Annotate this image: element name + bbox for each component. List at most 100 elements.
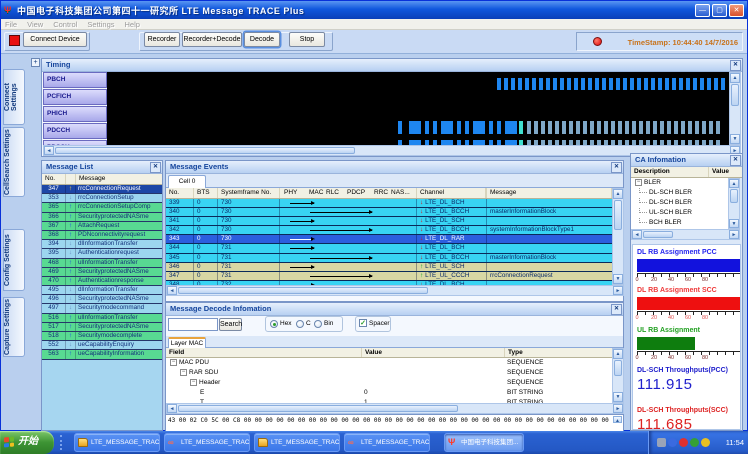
message-list-row[interactable]: 497↓Securitymodecommand — [42, 304, 162, 313]
minimize-button[interactable]: — — [695, 4, 710, 17]
message-list-row[interactable]: 496↓SecurityprotectedNASme — [42, 295, 162, 304]
menu-file[interactable]: File — [5, 20, 17, 29]
message-list-row[interactable]: 367↑AttachRequest — [42, 222, 162, 231]
scroll-down-icon[interactable]: ▼ — [613, 392, 623, 402]
decode-field-row[interactable]: E0BIT STRING — [166, 388, 612, 398]
events-col-message[interactable]: Message — [486, 188, 612, 198]
col-value[interactable]: Value — [709, 167, 742, 177]
connect-device-button[interactable]: Connect Device — [23, 32, 87, 47]
scroll-down-icon[interactable]: ▼ — [613, 274, 623, 284]
message-list-row[interactable]: 469↑SecurityprotectedNASme — [42, 268, 162, 277]
ca-tree-item[interactable]: DL-SCH BLER — [631, 198, 728, 208]
events-row[interactable]: 3420730↓LTE_DL_BCCHsystemInformationBloc… — [166, 226, 612, 235]
events-col-channel[interactable]: Channel — [416, 188, 486, 198]
c-radio[interactable] — [296, 320, 304, 328]
decode-field-row[interactable]: −MAC PDUSEQUENCE — [166, 358, 612, 368]
channel-button-pdcch[interactable]: PDCCH — [43, 123, 107, 139]
message-list-row[interactable]: 563↑ueCapabilityInformation — [42, 350, 162, 359]
events-row[interactable]: 3430730↓LTE_DL_RAR — [166, 235, 612, 244]
timing-close-icon[interactable]: ✕ — [730, 60, 741, 71]
scroll-up-icon[interactable]: ▲ — [613, 416, 622, 423]
sidebar-tab-cellsearch-settings[interactable]: CellSearch Settings — [3, 127, 25, 197]
col-dir[interactable] — [66, 174, 76, 184]
message-list-row[interactable]: 470↑Authenticationresponse — [42, 277, 162, 286]
col-no[interactable]: No. — [42, 174, 66, 184]
message-list-row[interactable]: 395↓Authenticationrequest — [42, 249, 162, 258]
message-list-row[interactable]: 495↓dlInformationTransfer — [42, 286, 162, 295]
collapse-icon[interactable]: − — [170, 359, 177, 366]
close-button[interactable]: ✕ — [729, 4, 744, 17]
events-col-mac[interactable]: MAC — [309, 188, 323, 198]
sidebar-tab-connect-settings[interactable]: Connect Settings — [3, 69, 25, 125]
scroll-right-icon[interactable]: ► — [729, 230, 739, 239]
events-col-pdcp[interactable]: PDCP — [347, 188, 365, 198]
decode-close-icon[interactable]: ✕ — [611, 304, 622, 315]
hex-dump-area[interactable]: 43 00 02 C0 5C 00 C8 00 00 00 00 00 00 0… — [166, 414, 623, 431]
alert-icon[interactable] — [679, 438, 688, 447]
timing-vscrollbar[interactable]: ▲ ▼ — [729, 72, 741, 145]
bin-radio-label[interactable]: Bin — [324, 320, 333, 327]
ca-tree-item[interactable]: UL-SCH BLER — [631, 208, 728, 218]
network-icon[interactable] — [668, 438, 677, 447]
scroll-left-icon[interactable]: ◄ — [167, 286, 177, 295]
bin-radio[interactable] — [314, 320, 322, 328]
message-list-row[interactable]: 517↑SecurityprotectedNASme — [42, 323, 162, 332]
tab-cell0[interactable]: Cell 0 — [168, 175, 206, 188]
col-description[interactable]: Description — [631, 167, 709, 177]
collapse-icon[interactable]: − — [635, 179, 642, 186]
events-row[interactable]: 3460731↑LTE_UL_SCH — [166, 263, 612, 272]
message-list-row[interactable]: 347↑rrcConnectionRequest — [42, 185, 162, 194]
decode-button[interactable]: Decode — [244, 32, 280, 47]
ca-tree-item[interactable]: BCH BLER — [631, 218, 728, 228]
col-field[interactable]: Field — [166, 348, 362, 357]
scroll-left-icon[interactable]: ◄ — [167, 404, 177, 413]
scroll-up-icon[interactable]: ▲ — [729, 179, 739, 188]
decode-field-row[interactable]: −RAR SDUSEQUENCE — [166, 368, 612, 378]
hex-radio-label[interactable]: Hex — [280, 320, 292, 327]
sidebar-tab-capture-settings[interactable]: Capture Settings — [3, 297, 25, 357]
events-col-rlc[interactable]: RLC — [326, 188, 339, 198]
events-row[interactable]: 3470731↑LTE_UL_CCCHrrcConnectionRequest — [166, 272, 612, 281]
sidebar-tab-config-settings[interactable]: Config Settings — [3, 229, 25, 291]
hex-radio[interactable] — [270, 320, 278, 328]
channel-button-pcfich[interactable]: PCFICH — [43, 89, 107, 105]
message-list-row[interactable]: 468↑ulInformationTransfer — [42, 259, 162, 268]
col-value[interactable]: Value — [362, 348, 505, 357]
tray-clock[interactable]: 11:54 — [726, 438, 744, 447]
message-list-row[interactable]: 366↑SecurityprotectedNASme — [42, 213, 162, 222]
timing-canvas[interactable] — [107, 72, 729, 145]
recorder-decode-button[interactable]: Recorder+Decode — [182, 32, 242, 47]
events-col-bts[interactable]: BTS — [194, 188, 218, 198]
ca-tree-item[interactable]: DL-SCH BLER — [631, 188, 728, 198]
collapse-icon[interactable]: − — [190, 379, 197, 386]
maximize-button[interactable]: ▢ — [712, 4, 727, 17]
scroll-up-icon[interactable]: ▲ — [613, 349, 623, 359]
taskbar-task-0[interactable]: LTE_MESSAGE_TRAC... — [74, 433, 160, 452]
message-list-row[interactable]: 516↑ulInformationTransfer — [42, 314, 162, 323]
events-col-rrc[interactable]: RRC — [374, 188, 388, 198]
shield-icon[interactable] — [690, 438, 699, 447]
update-icon[interactable] — [701, 438, 710, 447]
ca-vscrollbar[interactable]: ▲ ▼ — [728, 178, 740, 229]
ca-close-icon[interactable]: ✕ — [730, 155, 741, 166]
decode-field-row[interactable]: −HeaderSEQUENCE — [166, 378, 612, 388]
events-col-phy[interactable]: PHY — [284, 188, 297, 198]
channel-button-phich[interactable]: PHICH — [43, 106, 107, 122]
decode-hscrollbar[interactable]: ◄ ► — [166, 403, 624, 414]
decode-vscrollbar[interactable]: ▲ ▼ — [612, 348, 624, 403]
col-type[interactable]: Type — [505, 348, 612, 357]
events-row[interactable]: 3400730↓LTE_DL_BCCHmasterInformationBloc… — [166, 208, 612, 217]
events-row[interactable]: 3410730↓LTE_DL_SCH — [166, 217, 612, 226]
search-button[interactable]: Search — [219, 318, 242, 331]
collapse-icon[interactable]: − — [180, 369, 187, 376]
taskbar-task-1[interactable]: ∞LTE_MESSAGE_TRAC... — [164, 433, 250, 452]
menu-view[interactable]: View — [27, 20, 43, 29]
ca-tree-root[interactable]: −BLER — [631, 178, 728, 188]
scroll-down-icon[interactable]: ▼ — [730, 134, 740, 144]
spacer-checkbox[interactable]: ✓ — [359, 319, 367, 327]
events-row[interactable]: 3450731↓LTE_DL_BCCHmasterInformationBloc… — [166, 254, 612, 263]
taskbar-task-3[interactable]: ∞LTE_MESSAGE_TRAC... — [344, 433, 430, 452]
scroll-down-icon[interactable]: ▼ — [729, 219, 739, 228]
events-vscrollbar[interactable]: ▲ ▼ — [612, 188, 624, 285]
scroll-up-icon[interactable]: ▲ — [730, 73, 740, 83]
